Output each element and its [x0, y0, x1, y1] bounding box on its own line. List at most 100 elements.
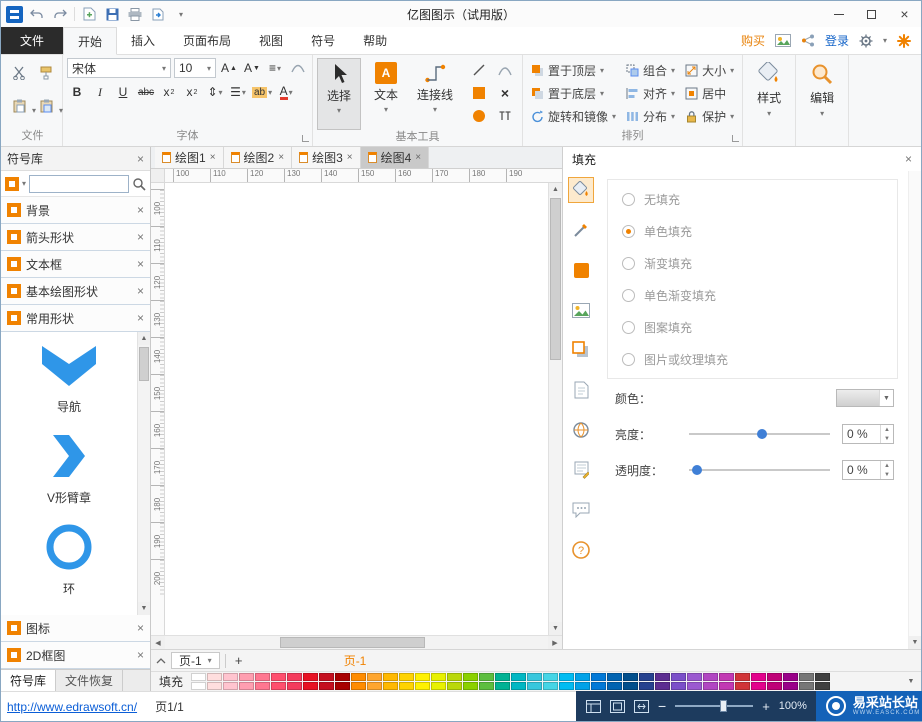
radio-icon[interactable]	[622, 224, 635, 238]
color-swatch[interactable]	[463, 682, 479, 690]
fit-window-icon[interactable]	[634, 699, 649, 713]
scroll-left-icon[interactable]: ◀	[151, 636, 165, 649]
file-menu-button[interactable]: 文件	[1, 27, 63, 54]
color-swatch[interactable]	[239, 682, 255, 690]
close-tab-icon[interactable]: ×	[210, 152, 216, 163]
fill-tool-icon[interactable]	[568, 177, 594, 203]
symbol-section-1[interactable]: 箭头形状 ×	[1, 224, 150, 251]
connector-dropdown-arrow-icon[interactable]: ▾	[433, 105, 437, 114]
shape-item-v-chevron[interactable]: V形臂章	[47, 431, 91, 506]
curve-text-icon[interactable]	[288, 58, 308, 78]
decrease-font-icon[interactable]: A ▼	[242, 58, 262, 78]
color-swatch[interactable]	[351, 682, 367, 690]
font-family-combo[interactable]: 宋体 ▾	[67, 58, 171, 78]
ribbon-tab-1[interactable]: 插入	[117, 27, 169, 54]
close-button[interactable]: ×	[888, 1, 921, 27]
style-button[interactable]: 样式 ▾	[747, 58, 791, 130]
color-swatch[interactable]	[735, 673, 751, 681]
palette-more-icon[interactable]: ▼	[903, 678, 919, 685]
rotate-mirror-button[interactable]: 旋转和镜像 ▾	[531, 105, 616, 128]
scroll-up-icon[interactable]: ▲	[549, 183, 562, 196]
font-color-icon[interactable]: A ▾	[276, 82, 296, 102]
doc-tab-0[interactable]: 绘图1 ×	[155, 147, 224, 168]
color-swatch[interactable]	[783, 682, 799, 690]
scroll-down-icon[interactable]: ▼	[549, 622, 562, 635]
color-swatch[interactable]	[399, 682, 415, 690]
transparency-slider[interactable]	[689, 465, 830, 475]
collapse-pages-icon[interactable]	[156, 657, 166, 664]
comment-tool-icon[interactable]	[568, 497, 594, 523]
color-swatch[interactable]	[527, 673, 543, 681]
color-dropdown-arrow-icon[interactable]: ▼	[879, 390, 893, 406]
settings-dropdown-arrow-icon[interactable]: ▾	[883, 36, 887, 45]
center-button[interactable]: 居中	[685, 82, 734, 105]
line-tool-icon[interactable]	[468, 59, 490, 81]
radio-icon[interactable]	[622, 256, 635, 270]
group-button[interactable]: 组合 ▾	[626, 59, 675, 82]
color-swatch[interactable]	[223, 682, 239, 690]
color-swatch[interactable]	[223, 673, 239, 681]
fill-option-2[interactable]: 渐变填充	[608, 247, 897, 279]
strikethrough-icon[interactable]: abc	[136, 82, 156, 102]
color-swatch[interactable]	[479, 673, 495, 681]
symbol-search-input[interactable]	[29, 174, 129, 193]
color-swatch[interactable]	[575, 673, 591, 681]
canvas-vertical-scrollbar[interactable]: ▲ ▼	[548, 183, 562, 635]
color-swatch[interactable]	[591, 682, 607, 690]
slider-handle[interactable]	[691, 465, 702, 475]
format-painter-icon[interactable]	[35, 62, 57, 84]
edit-dropdown-arrow-icon[interactable]: ▾	[820, 109, 824, 118]
fill-option-3[interactable]: 单色渐变填充	[608, 279, 897, 311]
image-tool-icon[interactable]	[568, 297, 594, 323]
color-swatch[interactable]	[335, 673, 351, 681]
symbol-section-bottom-0[interactable]: 图标 ×	[1, 615, 150, 642]
doc-tab-1[interactable]: 绘图2 ×	[223, 147, 293, 168]
share-icon[interactable]	[801, 34, 815, 47]
fill-option-1[interactable]: 单色填充	[608, 215, 897, 247]
color-swatch[interactable]	[671, 682, 687, 690]
color-swatch[interactable]	[351, 673, 367, 681]
page-tab-arrow-icon[interactable]: ▾	[208, 656, 212, 665]
dropdown-arrow-icon[interactable]: ▾	[671, 66, 675, 75]
dropdown-arrow-icon[interactable]: ▾	[730, 112, 734, 121]
brightness-slider[interactable]	[689, 429, 830, 439]
fill-panel-scrollbar[interactable]: ▼	[908, 171, 921, 649]
color-swatch[interactable]	[431, 682, 447, 690]
scroll-down-icon[interactable]: ▼	[909, 636, 921, 649]
redo-icon[interactable]	[51, 5, 69, 23]
bullet-list-icon[interactable]: ☰ ▾	[228, 82, 248, 102]
symbol-section-bottom-1[interactable]: 2D框图 ×	[1, 642, 150, 669]
color-swatch[interactable]	[735, 682, 751, 690]
app-logo-icon[interactable]	[6, 5, 23, 23]
underline-icon[interactable]: U	[113, 82, 133, 102]
color-swatch[interactable]	[655, 682, 671, 690]
page-setup-tool-icon[interactable]	[568, 377, 594, 403]
edrawsoft-link[interactable]: http://www.edrawsoft.cn/	[7, 700, 137, 714]
dropdown-arrow-icon[interactable]: ▾	[600, 89, 604, 98]
color-swatch[interactable]	[191, 673, 207, 681]
scroll-up-icon[interactable]: ▲	[138, 332, 150, 345]
select-dropdown-arrow-icon[interactable]: ▾	[337, 106, 341, 115]
color-swatch[interactable]	[383, 673, 399, 681]
color-swatch[interactable]	[479, 682, 495, 690]
brightness-spinner[interactable]: 0 % ▲ ▼	[842, 424, 894, 444]
font-size-arrow-icon[interactable]: ▾	[207, 64, 211, 73]
bold-icon[interactable]: B	[67, 82, 87, 102]
drawing-canvas[interactable]	[165, 183, 548, 635]
color-swatch[interactable]	[367, 682, 383, 690]
color-swatch[interactable]	[255, 673, 271, 681]
text-tool-button[interactable]: A 文本 ▾	[364, 58, 408, 130]
color-swatch[interactable]	[511, 682, 527, 690]
subscript-icon[interactable]: x2	[159, 82, 179, 102]
shadow-tool-icon[interactable]	[568, 337, 594, 363]
radio-icon[interactable]	[622, 192, 635, 206]
color-swatch[interactable]	[463, 673, 479, 681]
spin-down-icon[interactable]: ▼	[881, 434, 893, 443]
color-swatch[interactable]	[431, 673, 447, 681]
transparency-spinner[interactable]: 0 % ▲ ▼	[842, 460, 894, 480]
color-swatch[interactable]	[207, 673, 223, 681]
close-section-icon[interactable]: ×	[137, 258, 144, 270]
paste-special-icon[interactable]: ▾	[35, 95, 63, 117]
color-swatch[interactable]	[687, 673, 703, 681]
cut-icon[interactable]	[8, 62, 30, 84]
